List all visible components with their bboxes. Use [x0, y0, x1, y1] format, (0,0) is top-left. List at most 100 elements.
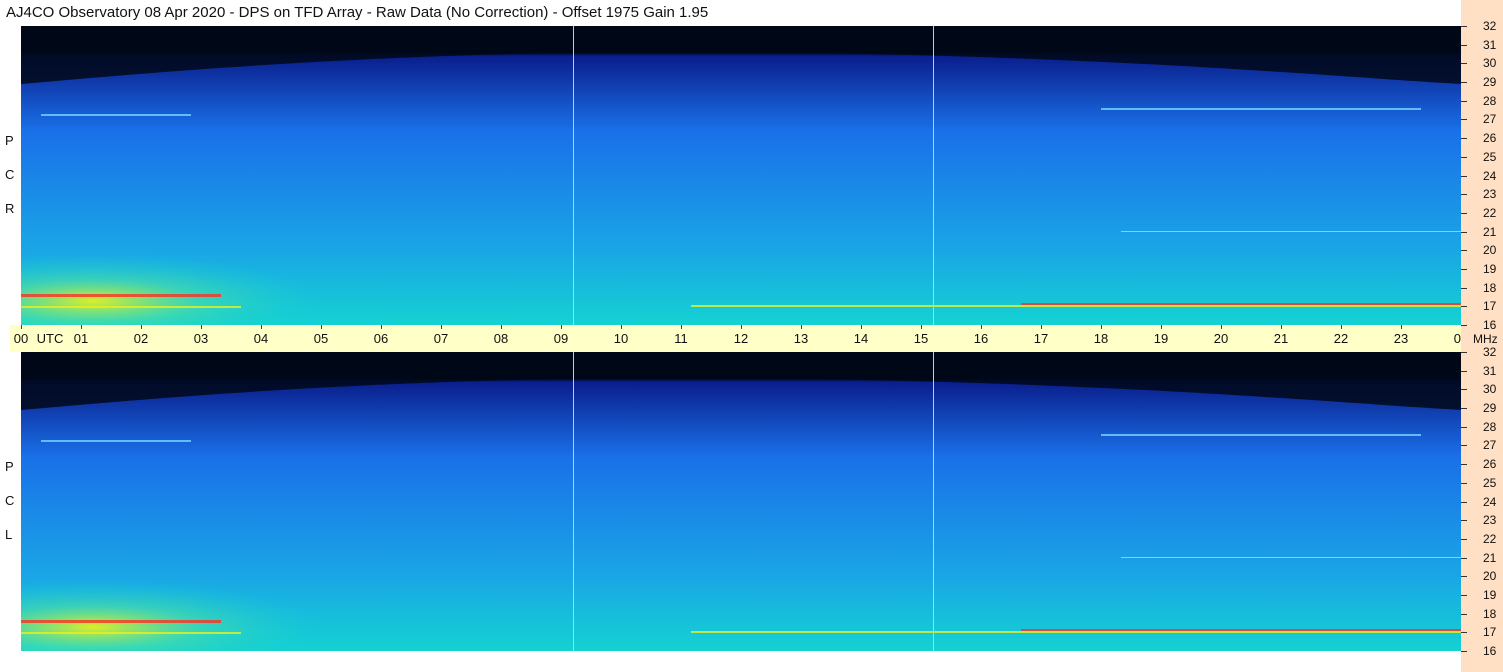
utc-tick-label: 14 — [853, 331, 869, 346]
mhz-tick-label: 18 — [1483, 281, 1497, 295]
mhz-tick-mark — [1461, 614, 1467, 615]
utc-tick-label: 15 — [913, 331, 929, 346]
utc-tick-mark — [921, 325, 922, 329]
signal-trace — [691, 305, 1461, 307]
mhz-tick-label: 26 — [1483, 131, 1497, 145]
mhz-tick-mark — [1461, 632, 1467, 633]
mhz-tick-label: 31 — [1483, 364, 1497, 378]
utc-unit-label: UTC — [36, 331, 64, 346]
utc-tick-label: 03 — [193, 331, 209, 346]
utc-tick-label: 13 — [793, 331, 809, 346]
mhz-tick-mark — [1461, 63, 1467, 64]
utc-tick-mark — [201, 325, 202, 329]
utc-tick-mark — [1341, 325, 1342, 329]
polarization-letter: C — [5, 167, 15, 182]
time-marker-line — [573, 352, 574, 651]
mhz-tick-label: 29 — [1483, 75, 1497, 89]
utc-tick-label: 21 — [1273, 331, 1289, 346]
spectrogram-lcp — [21, 352, 1461, 651]
mhz-tick-label: 20 — [1483, 569, 1497, 583]
utc-tick-mark — [381, 325, 382, 329]
utc-tick-mark — [1161, 325, 1162, 329]
mhz-tick-label: 27 — [1483, 112, 1497, 126]
polarization-letter: P — [5, 133, 14, 148]
signal-trace — [691, 631, 1461, 633]
signal-trace — [1121, 231, 1461, 232]
polarization-letter: C — [5, 493, 15, 508]
utc-tick-label: 00 — [13, 331, 29, 346]
mhz-tick-mark — [1461, 325, 1467, 326]
utc-tick-mark — [321, 325, 322, 329]
utc-tick-label: 22 — [1333, 331, 1349, 346]
signal-trace — [21, 620, 221, 623]
utc-tick-label: 08 — [493, 331, 509, 346]
mhz-tick-label: 26 — [1483, 457, 1497, 471]
mhz-tick-mark — [1461, 176, 1467, 177]
signal-trace — [1121, 557, 1461, 558]
rcp-polarization-label: R C P — [2, 26, 18, 325]
utc-tick-label: 02 — [133, 331, 149, 346]
interference-glow — [21, 352, 1461, 651]
mhz-tick-mark — [1461, 595, 1467, 596]
utc-tick-mark — [441, 325, 442, 329]
utc-tick-mark — [681, 325, 682, 329]
utc-tick-mark — [21, 325, 22, 329]
time-marker-line — [573, 26, 574, 325]
utc-tick-label: 12 — [733, 331, 749, 346]
mhz-tick-mark — [1461, 427, 1467, 428]
mhz-tick-mark — [1461, 576, 1467, 577]
mhz-tick-label: 16 — [1483, 644, 1497, 658]
mhz-tick-mark — [1461, 101, 1467, 102]
utc-tick-label: 10 — [613, 331, 629, 346]
mhz-tick-label: 28 — [1483, 94, 1497, 108]
mhz-tick-label: 32 — [1483, 345, 1497, 359]
polarization-letter: P — [5, 459, 14, 474]
mhz-tick-label: 23 — [1483, 187, 1497, 201]
utc-tick-mark — [981, 325, 982, 329]
mhz-tick-label: 16 — [1483, 318, 1497, 332]
mhz-tick-mark — [1461, 371, 1467, 372]
mhz-tick-mark — [1461, 651, 1467, 652]
utc-tick-label: 11 — [674, 331, 688, 346]
utc-tick-mark — [1221, 325, 1222, 329]
mhz-tick-mark — [1461, 138, 1467, 139]
mhz-tick-mark — [1461, 539, 1467, 540]
mhz-tick-mark — [1461, 157, 1467, 158]
utc-tick-label: 16 — [973, 331, 989, 346]
spectrogram-rcp — [21, 26, 1461, 325]
utc-tick-label: 23 — [1393, 331, 1409, 346]
lcp-polarization-label: L C P — [2, 352, 18, 651]
mhz-tick-mark — [1461, 502, 1467, 503]
polarization-letter: L — [5, 527, 13, 542]
mhz-tick-mark — [1461, 26, 1467, 27]
mhz-tick-mark — [1461, 306, 1467, 307]
signal-trace — [21, 123, 1461, 124]
mhz-tick-label: 20 — [1483, 243, 1497, 257]
signal-trace — [41, 114, 191, 116]
mhz-tick-label: 22 — [1483, 532, 1497, 546]
utc-tick-mark — [1041, 325, 1042, 329]
mhz-tick-mark — [1461, 232, 1467, 233]
mhz-tick-label: 23 — [1483, 513, 1497, 527]
utc-tick-label: 19 — [1153, 331, 1169, 346]
utc-tick-label: 09 — [553, 331, 569, 346]
mhz-tick-mark — [1461, 483, 1467, 484]
utc-tick-label: 20 — [1213, 331, 1229, 346]
utc-tick-label: 06 — [373, 331, 389, 346]
mhz-tick-label: 18 — [1483, 607, 1497, 621]
utc-tick-mark — [141, 325, 142, 329]
utc-tick-mark — [261, 325, 262, 329]
mhz-tick-mark — [1461, 288, 1467, 289]
signal-trace — [21, 306, 241, 308]
mhz-tick-mark — [1461, 82, 1467, 83]
utc-tick-mark — [741, 325, 742, 329]
mhz-tick-mark — [1461, 269, 1467, 270]
mhz-tick-label: 25 — [1483, 150, 1497, 164]
utc-tick-mark — [801, 325, 802, 329]
signal-trace — [21, 632, 241, 634]
signal-trace — [41, 440, 191, 442]
interference-glow — [21, 26, 1461, 325]
utc-tick-label: 07 — [433, 331, 449, 346]
mhz-tick-label: 17 — [1483, 625, 1497, 639]
utc-tick-label: 01 — [73, 331, 89, 346]
